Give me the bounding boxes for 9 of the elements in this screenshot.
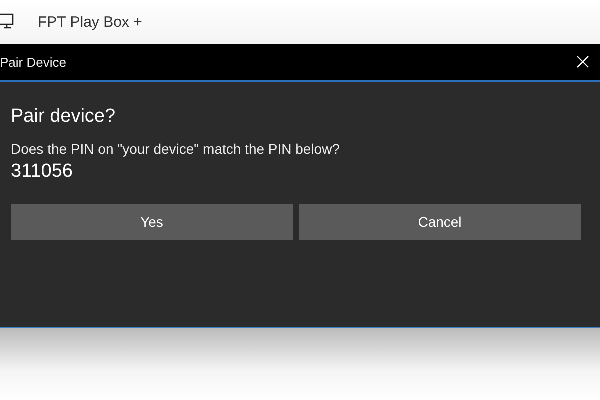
close-icon[interactable] (577, 56, 589, 68)
cancel-button[interactable]: Cancel (299, 204, 581, 240)
pin-code: 311056 (11, 161, 74, 183)
yes-button[interactable]: Yes (11, 204, 293, 240)
app-title: FPT Play Box + (38, 14, 142, 30)
monitor-icon (0, 13, 14, 31)
dialog-message: Does the PIN on "your device" match the PIN below? (11, 141, 341, 157)
dialog-title: Pair Device (0, 54, 66, 70)
dialog-heading: Pair device? (11, 106, 117, 128)
